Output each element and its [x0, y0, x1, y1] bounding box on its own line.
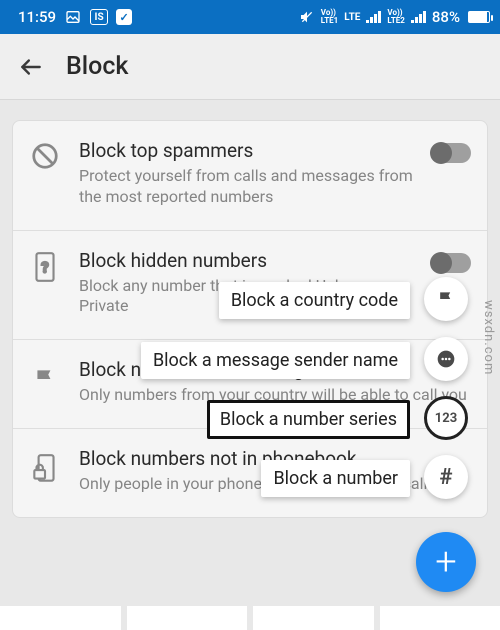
app-header: Block: [0, 34, 500, 100]
setting-not-phonebook[interactable]: Block numbers not in phonebook Only peop…: [13, 429, 487, 517]
setting-subtitle: Protect yourself from calls and messages…: [79, 166, 413, 208]
mute-icon: [299, 9, 315, 25]
watermark: wsxdn.com: [481, 300, 496, 375]
signal-bars-1-icon: [366, 11, 381, 23]
tip-number[interactable]: Block a number: [261, 460, 410, 497]
check-badge-icon: ✓: [116, 9, 132, 25]
status-bar: 11:59 IS ✓ Vo))LTE1 LTE Vo))LTE2 88%: [0, 0, 500, 34]
block-icon: [29, 141, 61, 171]
fab-country-code[interactable]: [424, 277, 468, 321]
tip-country-code[interactable]: Block a country code: [219, 282, 410, 319]
bottom-nav-strip: [0, 606, 500, 630]
fab-number[interactable]: #: [424, 455, 468, 499]
tip-number-series[interactable]: Block a number series: [207, 400, 410, 439]
toggle-top-spammers[interactable]: [431, 143, 471, 163]
image-icon: [64, 9, 82, 25]
fab-number-series[interactable]: 123: [424, 396, 468, 440]
setting-title: Block hidden numbers: [79, 249, 413, 272]
flag-icon: [29, 366, 61, 392]
setting-title: Block top spammers: [79, 139, 413, 162]
is-badge-icon: IS: [90, 9, 108, 25]
phone-lock-icon: [29, 453, 61, 485]
tip-sender-name[interactable]: Block a message sender name: [141, 342, 410, 379]
fab-sender-name[interactable]: [424, 337, 468, 381]
back-button[interactable]: [18, 54, 44, 80]
signal-bars-2-icon: [411, 11, 426, 23]
svg-text:?: ?: [41, 258, 48, 276]
volte1-indicator: Vo))LTE1: [321, 9, 339, 25]
setting-top-spammers[interactable]: Block top spammers Protect yourself from…: [13, 121, 487, 231]
battery-percent: 88%: [432, 8, 460, 26]
lte-text: LTE: [344, 12, 360, 23]
unknown-phone-icon: ?: [29, 251, 61, 283]
toggle-hidden-numbers[interactable]: [431, 253, 471, 273]
volte2-indicator: Vo))LTE2: [387, 9, 405, 25]
status-time: 11:59: [18, 8, 56, 26]
page-title: Block: [66, 52, 128, 81]
fab-add[interactable]: +: [416, 532, 476, 592]
battery-icon: [468, 11, 490, 23]
